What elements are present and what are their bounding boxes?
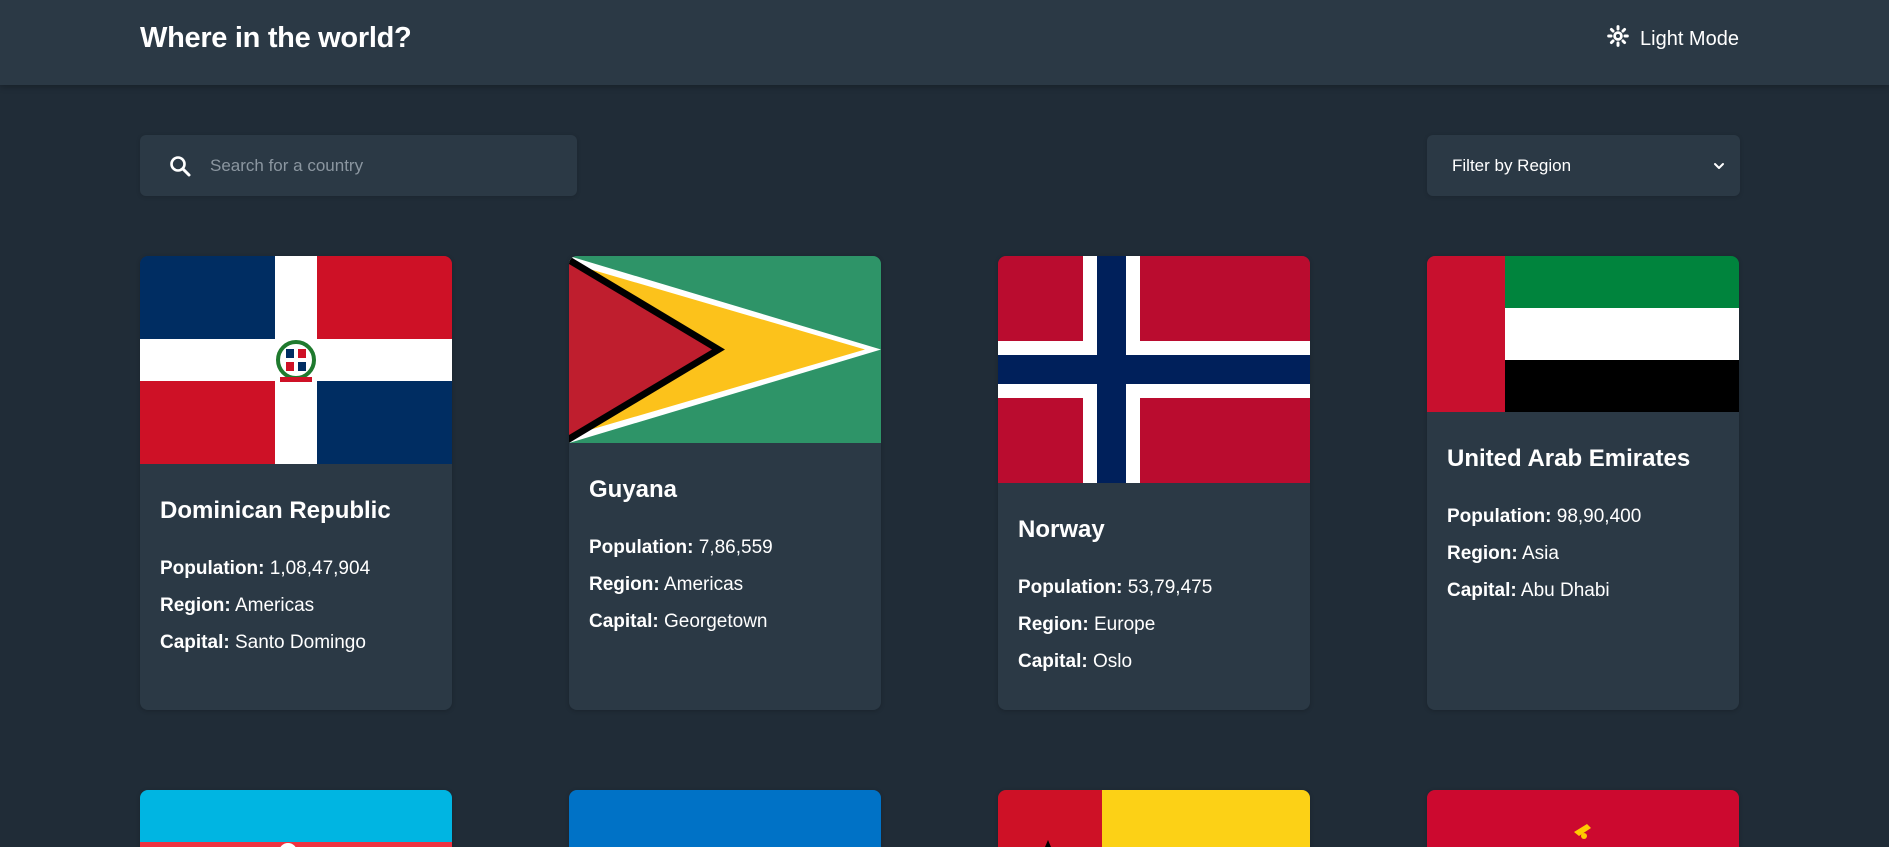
capital-value: Georgetown [663, 611, 768, 632]
country-name: Norway [1018, 516, 1105, 543]
country-card[interactable] [1427, 790, 1739, 847]
capital-label: Capital: [1018, 651, 1088, 672]
country-flag [140, 790, 452, 847]
app-title: Where in the world? [140, 22, 412, 54]
capital-value: Oslo [1092, 651, 1133, 672]
population-label: Population: [160, 558, 265, 579]
population-value: 98,90,400 [1556, 506, 1642, 527]
country-flag [1427, 256, 1739, 412]
region-value: Americas [234, 595, 315, 616]
theme-toggle-button[interactable]: Light Mode [1607, 24, 1739, 54]
country-name: Guyana [589, 476, 678, 503]
population-label: Population: [589, 537, 694, 558]
search-box[interactable] [140, 135, 577, 196]
capital-label: Capital: [160, 632, 230, 653]
country-flag [998, 256, 1310, 483]
country-card[interactable] [998, 790, 1310, 847]
capital-label: Capital: [1447, 580, 1517, 601]
country-name: Dominican Republic [160, 497, 391, 524]
population-label: Population: [1447, 506, 1552, 527]
region-value: Europe [1094, 614, 1156, 635]
country-flag [998, 790, 1310, 847]
region-filter-label: Filter by Region [1452, 155, 1572, 175]
region-label: Region: [1018, 614, 1089, 635]
population-value: 53,79,475 [1127, 577, 1213, 598]
population-label: Population: [1018, 577, 1123, 598]
country-card[interactable]: Norway Population: 53,79,475 Region: Eur… [998, 256, 1310, 710]
search-input[interactable] [210, 155, 570, 176]
search-icon [170, 155, 191, 176]
theme-toggle-label: Light Mode [1640, 27, 1739, 50]
chevron-down-icon [1714, 162, 1724, 169]
country-card[interactable] [140, 790, 452, 847]
population-value: 1,08,47,904 [269, 558, 371, 579]
country-card[interactable] [569, 790, 881, 847]
country-flag [140, 256, 452, 464]
region-filter-select[interactable]: Filter by Region [1427, 135, 1740, 196]
region-label: Region: [589, 574, 660, 595]
country-flag [1427, 790, 1739, 847]
sun-icon [1607, 25, 1629, 53]
country-flag [569, 256, 881, 443]
capital-label: Capital: [589, 611, 659, 632]
country-card[interactable]: Guyana Population: 7,86,559 Region: Amer… [569, 256, 881, 710]
region-label: Region: [160, 595, 231, 616]
region-value: Asia [1521, 543, 1559, 564]
country-card[interactable]: United Arab Emirates Population: 98,90,4… [1427, 256, 1739, 710]
capital-value: Abu Dhabi [1520, 580, 1610, 601]
country-card[interactable]: Dominican Republic Population: 1,08,47,9… [140, 256, 452, 710]
app-header: Where in the world? Light Mode [0, 0, 1889, 85]
region-value: Americas [663, 574, 744, 595]
population-value: 7,86,559 [698, 537, 773, 558]
region-label: Region: [1447, 543, 1518, 564]
country-name: United Arab Emirates [1447, 445, 1691, 472]
capital-value: Santo Domingo [234, 632, 366, 653]
country-flag [569, 790, 881, 847]
